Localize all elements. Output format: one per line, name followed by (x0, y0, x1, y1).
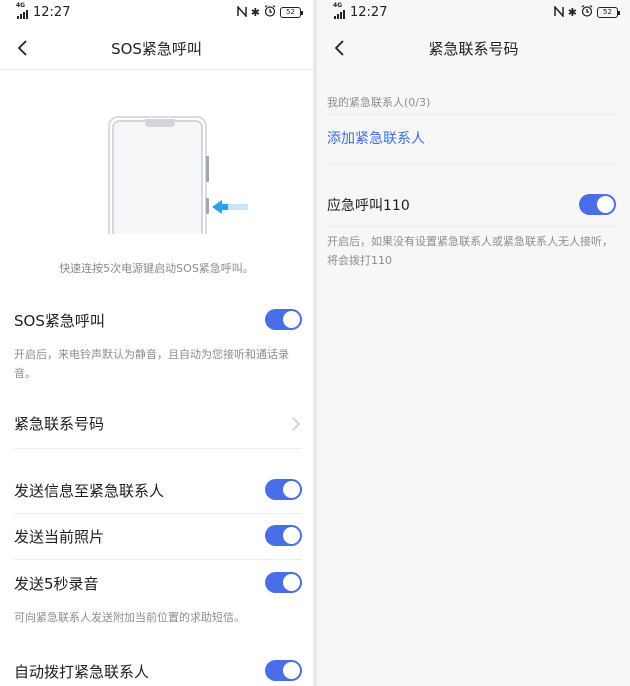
send-message-label: 发送信息至紧急联系人 (14, 482, 165, 500)
battery-icon: 52 (280, 7, 303, 18)
sos-toggle-row[interactable]: SOS紧急呼叫 (14, 300, 302, 340)
emergency-numbers-label: 紧急联系号码 (14, 415, 105, 433)
auto-dial-label: 自动拨打紧急联系人 (14, 663, 150, 681)
contacts-section-header: 我的紧急联系人(0/3) (327, 96, 431, 109)
send-photo-row[interactable]: 发送当前照片 (14, 516, 302, 556)
send-message-toggle[interactable] (265, 479, 302, 500)
call-110-toggle[interactable] (579, 194, 616, 215)
status-icons: ✱ 52 (554, 4, 620, 20)
status-bar: 4G 12:27 ✱ 52 (317, 0, 630, 26)
auto-dial-toggle[interactable] (265, 660, 302, 681)
divider (14, 513, 302, 514)
alarm-icon (264, 5, 276, 20)
add-contact-link[interactable]: 添加紧急联系人 (327, 128, 425, 148)
send-audio-row[interactable]: 发送5秒录音 (14, 563, 302, 603)
auto-dial-row[interactable]: 自动拨打紧急联系人 (14, 651, 302, 686)
send-photo-label: 发送当前照片 (14, 528, 105, 546)
send-description: 可向紧急联系人发送附加当前位置的求助短信。 (14, 611, 245, 624)
divider (14, 448, 302, 449)
page-title: 紧急联系号码 (428, 40, 519, 58)
alarm-icon (581, 5, 593, 20)
bluetooth-icon: ✱ (567, 6, 577, 19)
divider (14, 559, 302, 560)
send-audio-label: 发送5秒录音 (14, 575, 99, 593)
send-message-row[interactable]: 发送信息至紧急联系人 (14, 470, 302, 510)
send-photo-toggle[interactable] (265, 525, 302, 546)
phone-power-button-illustration (100, 108, 260, 248)
sos-settings-screen: 4G 12:27 ✱ 52 SOS紧急呼叫 快速连按5次电源键启动SOS紧急呼叫… (0, 0, 313, 686)
title-bar: 紧急联系号码 (317, 26, 630, 70)
page-title: SOS紧急呼叫 (111, 40, 202, 58)
divider (327, 226, 620, 227)
nfc-icon (554, 4, 564, 20)
call-110-description: 开启后，如果没有设置紧急联系人或紧急联系人无人接听，将会拨打110 (327, 235, 613, 267)
nfc-icon (237, 4, 247, 20)
status-time: 12:27 (350, 5, 388, 20)
call-110-label: 应急呼叫110 (327, 198, 410, 214)
sos-toggle[interactable] (265, 309, 302, 330)
sos-description: 开启后，来电铃声默认为静音，且自动为您接听和通话录音。 (14, 348, 289, 380)
battery-icon: 52 (597, 7, 620, 18)
divider (327, 114, 620, 115)
call-110-row[interactable]: 应急呼叫110 (327, 185, 616, 225)
status-icons: ✱ 52 (237, 4, 303, 20)
status-bar: 4G 12:27 ✱ 52 (0, 0, 313, 26)
title-bar: SOS紧急呼叫 (0, 26, 313, 70)
chevron-right-icon (292, 416, 300, 431)
bluetooth-icon: ✱ (250, 6, 260, 19)
status-time: 12:27 (33, 5, 71, 20)
send-audio-toggle[interactable] (265, 572, 302, 593)
signal-icon (334, 7, 348, 19)
illustration-caption: 快速连按5次电源键启动SOS紧急呼叫。 (59, 262, 254, 275)
divider (327, 164, 620, 165)
signal-icon (17, 7, 31, 19)
sos-toggle-label: SOS紧急呼叫 (14, 312, 105, 330)
emergency-numbers-row[interactable]: 紧急联系号码 (14, 403, 302, 443)
emergency-numbers-screen: 4G 12:27 ✱ 52 紧急联系号码 我的紧急联系人(0/3) 添加紧急联系… (317, 0, 630, 686)
